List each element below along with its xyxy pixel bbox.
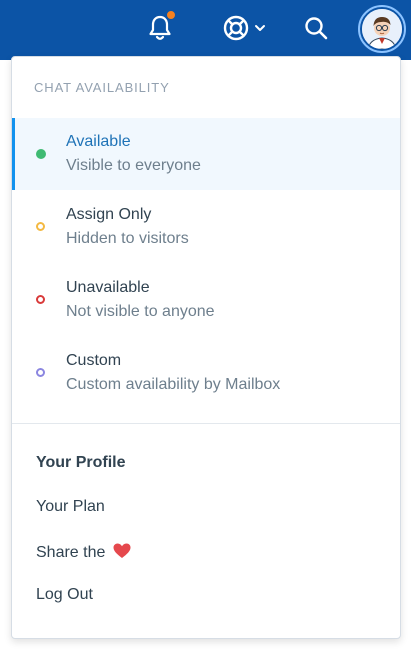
avatar [362, 9, 402, 49]
status-option-unavailable[interactable]: Unavailable Not visible to anyone [12, 264, 400, 336]
status-description: Visible to everyone [66, 157, 201, 174]
notification-badge [165, 9, 177, 21]
your-plan-link[interactable]: Your Plan [36, 498, 105, 516]
status-label: Assign Only [66, 206, 152, 223]
status-label: Unavailable [66, 279, 150, 296]
status-option-assign-only[interactable]: Assign Only Hidden to visitors [12, 191, 400, 263]
search-icon [305, 17, 328, 40]
status-description: Custom availability by Mailbox [66, 376, 281, 393]
share-the-love-link[interactable]: Share the [36, 542, 132, 562]
status-dot-available [36, 149, 46, 159]
notifications-button[interactable] [140, 0, 180, 56]
chevron-down-icon [254, 25, 265, 31]
status-option-custom[interactable]: Custom Custom availability by Mailbox [12, 337, 400, 409]
top-navigation-bar [0, 0, 411, 60]
status-dot-unavailable [36, 295, 45, 304]
help-menu-button[interactable] [216, 0, 272, 56]
status-description: Not visible to anyone [66, 303, 215, 320]
user-avatar-button[interactable] [358, 5, 406, 53]
chat-availability-heading: CHAT AVAILABILITY [34, 80, 170, 95]
your-profile-link[interactable]: Your Profile [36, 454, 126, 472]
share-label: Share the [36, 544, 106, 561]
status-dot-custom [36, 368, 45, 377]
account-dropdown-menu: CHAT AVAILABILITY Available Visible to e… [11, 56, 401, 639]
log-out-link[interactable]: Log Out [36, 586, 93, 604]
status-dot-assign-only [36, 222, 45, 231]
status-description: Hidden to visitors [66, 230, 189, 247]
help-lifebuoy-icon [223, 15, 248, 41]
status-label: Available [66, 133, 131, 150]
menu-divider [12, 423, 400, 424]
search-button[interactable] [296, 0, 336, 56]
heart-icon [113, 543, 131, 558]
status-label: Custom [66, 352, 122, 369]
status-option-available[interactable]: Available Visible to everyone [12, 118, 400, 190]
